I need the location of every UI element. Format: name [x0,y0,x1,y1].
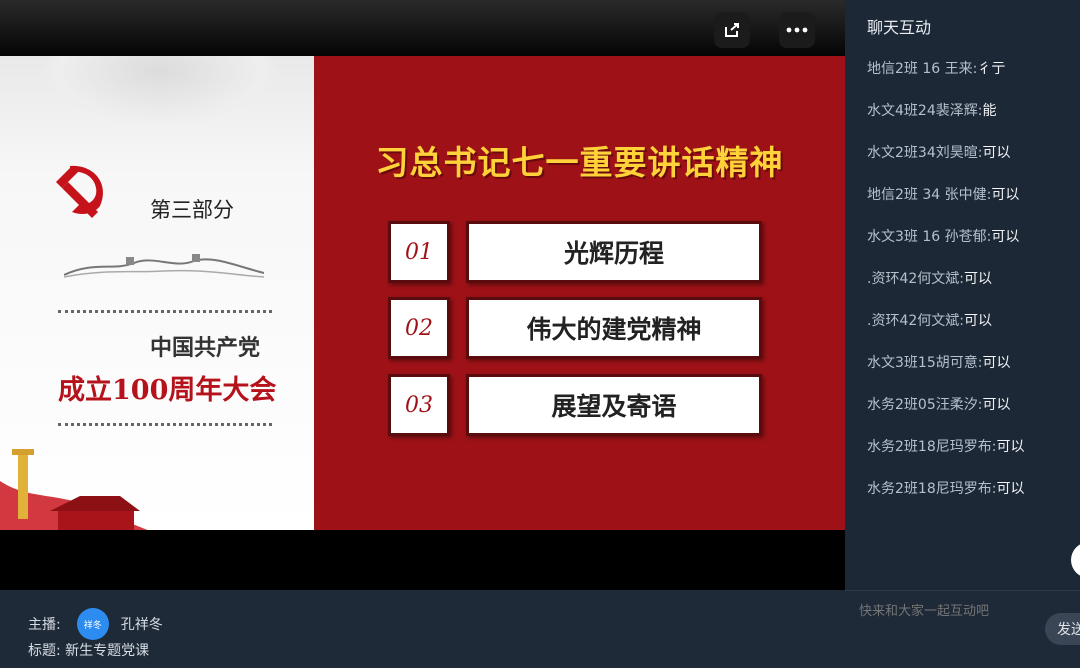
chat-input-area: 发送 [845,590,1080,668]
chat-username: 地信2班 16 王来: [867,61,978,77]
chat-username: 水文3班15胡可意: [867,355,983,371]
avatar[interactable]: 祥冬 [76,608,109,640]
list-item: 水文3班 16 孙苍郁:可以 [867,226,1019,246]
stream-info-bar: 主播: 祥冬 孔祥冬 标题: 新生专题党课 [0,590,845,667]
slide-main-title: 习总书记七一重要讲话精神 [375,143,784,182]
chat-username: .资环42何文斌: [867,313,964,329]
list-item: 水文4班24裴泽辉:能 [867,100,996,120]
divider-bottom [58,423,272,426]
send-button[interactable]: 发送 [1045,613,1080,645]
scroll-button[interactable] [1071,542,1080,578]
chat-username: 水文3班 16 孙苍郁: [867,229,992,245]
chat-username: 水务2班05汪柔汐: [867,397,983,413]
agenda-label: 光辉历程 [466,221,762,283]
host-label: 主播: [28,617,61,633]
anniversary-title: 成立100周年大会 [58,375,277,406]
chat-message-text: 可以 [991,229,1020,245]
chat-message-text: 彳亍 [977,61,1006,77]
chat-input[interactable] [857,603,1021,620]
chat-username: 水务2班18尼玛罗布: [867,481,997,497]
more-icon [786,27,808,33]
agenda-label: 伟大的建党精神 [466,297,762,359]
party-name: 中国共产党 [150,336,261,361]
chat-message-text: 能 [982,103,997,119]
chat-message-text: 可以 [982,145,1011,161]
chat-username: 水文2班34刘昊暄: [867,145,983,161]
chat-message-text: 可以 [982,397,1011,413]
emblem-watermark [40,56,280,126]
stream-title: 标题: 新生专题党课 [28,640,149,660]
chat-message-text: 可以 [996,481,1025,497]
title-value: 新生专题党课 [65,643,150,659]
list-item: 水务2班18尼玛罗布:可以 [867,436,1024,456]
chat-username: 地信2班 34 张中健: [867,187,992,203]
agenda-number: 02 [388,297,450,359]
list-item: .资环42何文斌:可以 [867,310,992,330]
presentation-slide: 第三部分 中国共产党 成立100周年大会 习总书记七一重要讲话精神 01 光辉历… [0,56,845,530]
slide-left-panel: 第三部分 中国共产党 成立100周年大会 [0,56,314,530]
list-item: 水务2班05汪柔汐:可以 [867,394,1010,414]
chat-message-text: 可以 [963,271,992,287]
list-item: 水文2班34刘昊暄:可以 [867,142,1010,162]
great-wall-illustration [64,254,264,278]
chat-panel: 聊天互动 地信2班 16 王来:彳亍 水文4班24裴泽辉:能 水文2班34刘昊暄:可… [845,0,1080,668]
chat-message-text: 可以 [963,313,992,329]
video-player[interactable]: 第三部分 中国共产党 成立100周年大会 习总书记七一重要讲话精神 01 光辉历… [0,0,845,590]
chat-username: .资环42何文斌: [867,271,964,287]
agenda-item-2: 02 伟大的建党精神 [388,297,762,359]
host-info: 主播: 祥冬 孔祥冬 [28,608,163,640]
share-button[interactable] [714,12,750,48]
part-label: 第三部分 [150,198,234,222]
list-item: 水务2班18尼玛罗布:可以 [867,478,1024,498]
chat-username: 水文4班24裴泽辉: [867,103,983,119]
slide-right-panel: 习总书记七一重要讲话精神 01 光辉历程 02 伟大的建党精神 03 展望及寄语 [314,56,845,530]
divider-top [58,310,272,313]
list-item: 地信2班 34 张中健:可以 [867,184,1019,204]
chat-message-text: 可以 [996,439,1025,455]
hammer-sickle-icon [56,165,104,218]
more-button[interactable] [779,12,815,48]
video-top-bar [0,0,845,56]
list-item: 水文3班15胡可意:可以 [867,352,1010,372]
tiananmen-illustration [0,449,148,530]
chat-title: 聊天互动 [867,18,932,37]
agenda-number: 01 [388,221,450,283]
title-label: 标题: [28,643,61,659]
list-item: 地信2班 16 王来:彳亍 [867,58,1005,78]
agenda-number: 03 [388,374,450,436]
chat-username: 水务2班18尼玛罗布: [867,439,997,455]
agenda-label: 展望及寄语 [466,374,762,436]
share-icon [725,23,739,37]
chat-message-text: 可以 [991,187,1020,203]
chat-message-text: 可以 [982,355,1011,371]
agenda-item-3: 03 展望及寄语 [388,374,762,436]
host-name: 孔祥冬 [120,617,163,633]
agenda-item-1: 01 光辉历程 [388,221,762,283]
list-item: .资环42何文斌:可以 [867,268,992,288]
